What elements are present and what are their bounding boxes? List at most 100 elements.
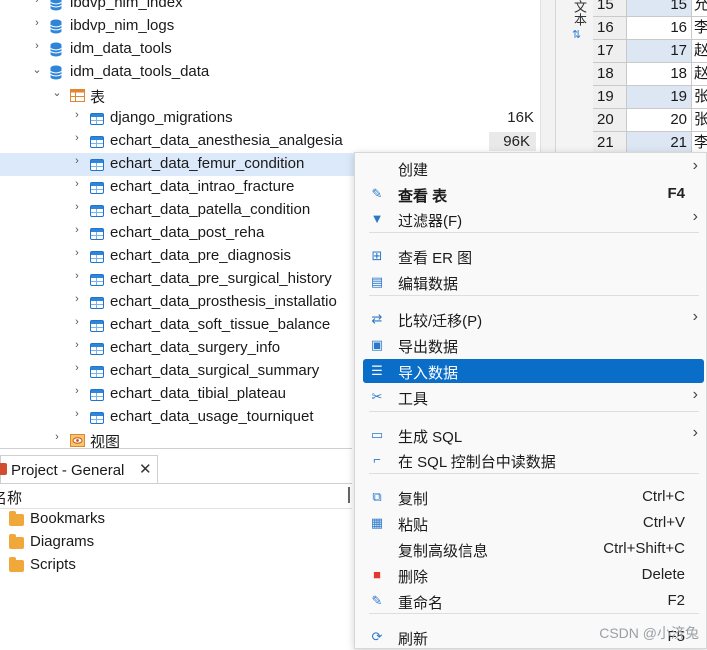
menu-item-shortcut: Delete bbox=[641, 566, 685, 583]
chevron-right-icon[interactable]: › bbox=[72, 408, 82, 420]
menu-item[interactable]: ▣ 导出数据 bbox=[363, 333, 704, 357]
chevron-right-icon[interactable]: › bbox=[72, 155, 82, 167]
chevron-right-icon[interactable]: › bbox=[52, 431, 62, 443]
project-column-header[interactable]: 名称 bbox=[0, 483, 352, 509]
grid-cell[interactable]: 张 bbox=[691, 86, 707, 108]
grid-cell[interactable]: 张 bbox=[691, 109, 707, 131]
grid-cell[interactable]: 19 bbox=[627, 86, 691, 108]
grid-cell[interactable]: 18 bbox=[627, 63, 691, 85]
grid-cell[interactable]: 赵 bbox=[691, 40, 707, 62]
database-row[interactable]: › ibdvp_nim_logs bbox=[0, 15, 548, 38]
scripts-folder[interactable]: Scripts bbox=[0, 555, 352, 578]
chevron-right-icon[interactable]: › bbox=[72, 109, 82, 121]
menu-item[interactable]: ☰ 导入数据 bbox=[363, 359, 704, 383]
chevron-right-icon[interactable]: › bbox=[72, 247, 82, 259]
menu-item[interactable]: ⌐ 在 SQL 控制台中读数据 bbox=[363, 448, 704, 472]
menu-separator bbox=[369, 473, 699, 474]
grid-cell[interactable]: 李 bbox=[691, 17, 707, 39]
tab-project-general[interactable]: Project - General ✕ bbox=[0, 455, 158, 484]
menu-item[interactable]: ✎ 重命名 F2 bbox=[363, 589, 704, 613]
grid-row[interactable]: 1515允 bbox=[593, 0, 707, 17]
database-icon bbox=[50, 0, 64, 11]
grid-cell[interactable]: 赵 bbox=[691, 63, 707, 85]
table-size: 16K bbox=[507, 109, 534, 126]
align-icon[interactable]: ⇅ bbox=[572, 28, 581, 41]
menu-item[interactable]: ■ 删除 Delete bbox=[363, 563, 704, 587]
menu-item[interactable]: ⊞ 查看 ER 图 bbox=[363, 244, 704, 268]
database-row[interactable]: ⌄ idm_data_tools_data bbox=[0, 61, 548, 84]
tree-item-label: echart_data_intrao_fracture bbox=[110, 178, 295, 195]
copy-icon: ⧉ bbox=[372, 489, 382, 504]
chevron-right-icon: › bbox=[692, 424, 698, 441]
chevron-right-icon[interactable]: › bbox=[32, 40, 42, 52]
menu-item[interactable]: ⧉ 复制 Ctrl+C bbox=[363, 485, 704, 509]
export-icon: ▣ bbox=[370, 337, 384, 352]
table-row[interactable]: › echart_data_anesthesia_analgesia 96K bbox=[0, 130, 548, 153]
table-icon bbox=[90, 389, 104, 401]
grid-cell[interactable]: 21 bbox=[627, 132, 691, 154]
filter-icon: ▼ bbox=[370, 211, 384, 226]
grid-cell[interactable]: 20 bbox=[627, 109, 691, 131]
tree-item-label: idm_data_tools_data bbox=[70, 63, 210, 80]
grid-cell[interactable]: 允 bbox=[691, 0, 707, 16]
chevron-right-icon[interactable]: › bbox=[72, 293, 82, 305]
menu-item[interactable]: 创建 › bbox=[363, 156, 704, 180]
row-number: 21 bbox=[593, 132, 627, 154]
grid-row[interactable]: 1616李 bbox=[593, 17, 707, 40]
tree-item-label: echart_data_prosthesis_installatio bbox=[110, 293, 337, 310]
chevron-right-icon[interactable]: › bbox=[72, 224, 82, 236]
chevron-right-icon[interactable]: › bbox=[72, 316, 82, 328]
menu-item[interactable]: ▤ 编辑数据 bbox=[363, 270, 704, 294]
chevron-right-icon[interactable]: › bbox=[72, 362, 82, 374]
menu-item[interactable]: 复制高级信息 Ctrl+Shift+C bbox=[363, 537, 704, 561]
grid-cell[interactable]: 17 bbox=[627, 40, 691, 62]
chevron-right-icon: › bbox=[692, 308, 698, 325]
grid-row[interactable]: 1717赵 bbox=[593, 40, 707, 63]
tree-item-label: 表 bbox=[90, 89, 106, 106]
chevron-right-icon[interactable]: › bbox=[72, 270, 82, 282]
database-row[interactable]: › ibdvp_nim_index bbox=[0, 0, 548, 15]
grid-row[interactable]: 1919张 bbox=[593, 86, 707, 109]
grid-row[interactable]: 1818赵 bbox=[593, 63, 707, 86]
chevron-right-icon[interactable]: › bbox=[72, 201, 82, 213]
menu-item[interactable]: ▼ 过滤器(F) › bbox=[363, 207, 704, 231]
menu-item[interactable]: ▭ 生成 SQL › bbox=[363, 423, 704, 447]
table-row[interactable]: › django_migrations 16K bbox=[0, 107, 548, 130]
chevron-right-icon[interactable]: › bbox=[72, 339, 82, 351]
grid-cell[interactable]: 李 bbox=[691, 132, 707, 154]
side-panel-label[interactable]: 文本 bbox=[570, 0, 589, 26]
menu-item[interactable]: ▦ 粘贴 Ctrl+V bbox=[363, 511, 704, 535]
grid-row[interactable]: 2020张 bbox=[593, 109, 707, 132]
menu-separator bbox=[369, 295, 699, 296]
grid-cell[interactable]: 15 bbox=[627, 0, 691, 16]
column-resize-handle[interactable] bbox=[348, 487, 350, 503]
menu-item-label: 复制 bbox=[398, 491, 429, 508]
menu-item-shortcut: Ctrl+C bbox=[642, 488, 685, 505]
menu-item-label: 创建 bbox=[398, 162, 429, 179]
chevron-right-icon: › bbox=[692, 386, 698, 403]
menu-item[interactable]: ⇄ 比较/迁移(P) › bbox=[363, 307, 704, 331]
chevron-right-icon[interactable]: › bbox=[72, 385, 82, 397]
column-header-name[interactable]: 名称 bbox=[0, 487, 22, 508]
chevron-down-icon[interactable]: ⌄ bbox=[32, 63, 42, 76]
table-icon bbox=[90, 412, 104, 424]
chevron-right-icon[interactable]: › bbox=[32, 17, 42, 29]
menu-item[interactable]: ✂ 工具 › bbox=[363, 385, 704, 409]
menu-item-label: 导入数据 bbox=[398, 365, 459, 382]
chevron-down-icon[interactable]: ⌄ bbox=[52, 86, 62, 99]
chevron-right-icon[interactable]: › bbox=[32, 0, 42, 6]
folder-row[interactable]: ⌄ 表 bbox=[0, 84, 548, 107]
project-icon bbox=[0, 463, 7, 475]
tree-item-label: django_migrations bbox=[110, 109, 233, 126]
chevron-right-icon[interactable]: › bbox=[72, 132, 82, 144]
database-row[interactable]: › idm_data_tools bbox=[0, 38, 548, 61]
menu-separator bbox=[369, 613, 699, 614]
delete-icon: ■ bbox=[373, 567, 381, 582]
tree-item-label: echart_data_patella_condition bbox=[110, 201, 311, 218]
menu-item[interactable]: ✎ 查看 表 F4 bbox=[363, 182, 704, 206]
chevron-right-icon[interactable]: › bbox=[72, 178, 82, 190]
bookmarks-folder[interactable]: Bookmarks bbox=[0, 509, 352, 532]
diagrams-folder[interactable]: Diagrams bbox=[0, 532, 352, 555]
grid-cell[interactable]: 16 bbox=[627, 17, 691, 39]
close-icon[interactable]: ✕ bbox=[139, 460, 152, 478]
